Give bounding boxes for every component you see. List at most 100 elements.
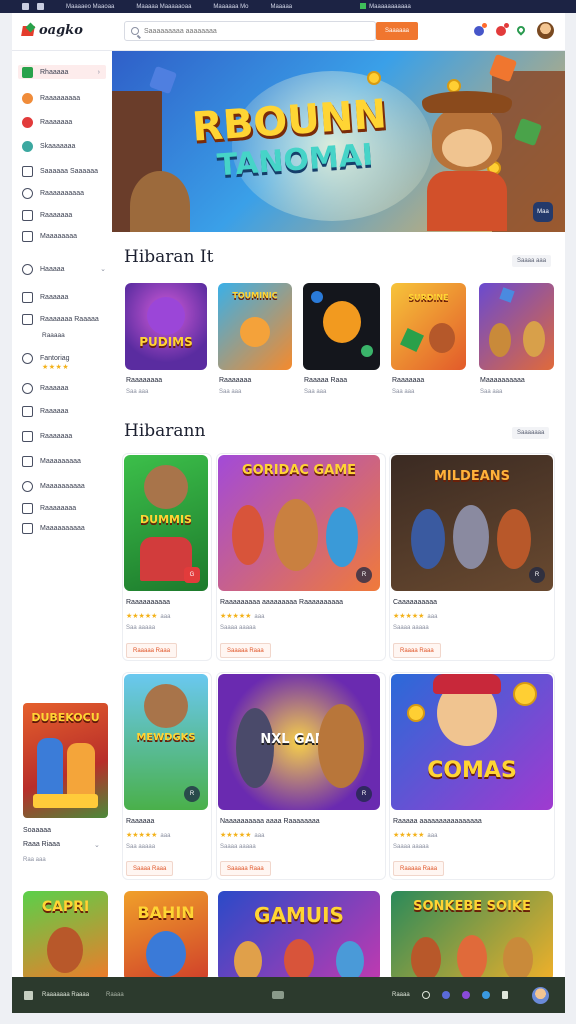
cart-icon xyxy=(22,522,33,534)
grid-icon[interactable] xyxy=(24,991,33,1000)
hero-badge[interactable]: Maa xyxy=(533,202,553,222)
game-card-image[interactable]: DUMMIS G xyxy=(124,455,208,591)
character-figure xyxy=(47,927,83,973)
game-name[interactable]: Raaaaaaaaa aaaaaaaaa Raaaaaaaaaa xyxy=(220,599,343,606)
sidebar-item[interactable]: Saaaaaa Saaaaaa xyxy=(22,164,98,178)
play-button[interactable]: Saaaaa Raaa xyxy=(220,643,271,658)
game-tile[interactable]: BAHIN xyxy=(124,891,208,981)
gamepad-icon[interactable] xyxy=(272,991,284,999)
os-menu-item[interactable]: Maaaaa xyxy=(270,4,292,10)
game-card-image[interactable]: MILDEANS R xyxy=(391,455,553,591)
sidebar-item[interactable]: Raaaaaaa xyxy=(22,429,72,443)
card-badge[interactable]: R xyxy=(356,567,372,583)
sidebar-item[interactable]: Maaaaaaaaa xyxy=(22,454,81,468)
game-name[interactable]: Raaaaaa xyxy=(126,818,154,825)
game-card-image[interactable]: NXL GAMB R xyxy=(218,674,380,810)
sidebar-item[interactable]: Maaaaaaaaaa xyxy=(22,521,85,535)
location-icon[interactable] xyxy=(515,24,527,36)
game-tile[interactable]: CAPRI xyxy=(23,891,108,981)
play-button[interactable]: Saaaa Raaa xyxy=(126,861,174,876)
logo[interactable]: oagko xyxy=(22,23,83,38)
sidebar-item[interactable]: Skaaaaaaa xyxy=(22,139,75,153)
sidebar-item[interactable]: Raaaaaa xyxy=(22,404,68,418)
search-button[interactable]: Saaaaaa xyxy=(376,22,418,40)
sidebar-item[interactable]: Maaaaaaaa xyxy=(22,229,77,243)
game-tile[interactable]: PUDIMS xyxy=(125,283,207,370)
avatar[interactable] xyxy=(537,22,554,39)
card-badge[interactable]: R xyxy=(529,567,545,583)
sidebar-item-label: Maaaaaaaaaa xyxy=(40,482,85,490)
game-name[interactable]: Raaaaa Raaa xyxy=(304,377,347,384)
play-button[interactable]: Raaaa Raaa xyxy=(393,643,441,658)
game-meta: Saa aaa xyxy=(392,389,415,395)
featured-meta: Raa aaa xyxy=(23,857,46,863)
sidebar-item[interactable]: Raaaaaa xyxy=(22,381,68,395)
chat-icon[interactable] xyxy=(496,23,509,36)
sidebar-item[interactable]: Raaaaaaa Raaaaa xyxy=(22,312,99,326)
logo-icon xyxy=(22,24,36,38)
sidebar-item[interactable]: Raaaaaaa xyxy=(22,208,72,222)
play-button[interactable]: Saaaaa Raaa xyxy=(220,861,271,876)
os-menu-item[interactable]: Maaaaaa Mo xyxy=(213,4,248,10)
window-icon[interactable] xyxy=(22,3,29,10)
character-figure xyxy=(67,743,95,798)
featured-game-thumbnail[interactable]: DUBEKOCU xyxy=(23,703,108,818)
see-all-link[interactable]: Saaaaaaa xyxy=(512,427,550,439)
sidebar-item-home[interactable]: Rhaaaaa › xyxy=(18,65,106,79)
card-badge[interactable]: R xyxy=(356,786,372,802)
search-input[interactable] xyxy=(144,27,364,35)
search-bar[interactable] xyxy=(124,21,376,41)
game-name[interactable]: Naaaaaaaaaa aaaa Raaaaaaaa xyxy=(220,818,320,825)
game-tile[interactable]: TOUMINIC xyxy=(218,283,292,370)
chevron-down-icon[interactable]: ⌄ xyxy=(100,265,106,273)
game-tile[interactable] xyxy=(479,283,554,370)
card-badge[interactable]: R xyxy=(184,786,200,802)
os-menu-item[interactable]: Maaaaa Maaaaaoaa xyxy=(136,4,191,10)
game-tile[interactable]: SONKEBE SOIKE xyxy=(391,891,553,981)
bell-icon[interactable] xyxy=(474,23,487,36)
sidebar-item[interactable]: Raaaaaa xyxy=(22,290,68,304)
sidebar-subitem[interactable]: Raaaaa xyxy=(42,332,65,339)
game-name[interactable]: Raaaaaaa xyxy=(392,377,424,384)
game-tile[interactable]: GAMUIS xyxy=(218,891,380,981)
play-button[interactable]: Raaaaa Raaa xyxy=(126,643,178,658)
game-name[interactable]: Caaaaaaaaaa xyxy=(393,599,437,606)
settings-icon[interactable] xyxy=(422,991,430,999)
hero-banner[interactable]: RBOUNN TANOMAI Maa xyxy=(112,51,565,232)
bottom-bar-label[interactable]: Raaaaaaa Raaaa xyxy=(42,992,89,998)
tile-art-title: GORIDAC GAME xyxy=(241,463,357,478)
twitch-icon[interactable] xyxy=(462,991,470,999)
chevron-down-icon[interactable]: ⌄ xyxy=(94,841,100,849)
avatar[interactable] xyxy=(532,987,549,1004)
card-badge[interactable]: G xyxy=(184,567,200,583)
os-status-item[interactable]: Maaaaaaaaaaa xyxy=(360,3,411,10)
sidebar-item[interactable]: Raaaaaaaaaa xyxy=(22,186,84,200)
play-button[interactable]: Raaaaa Raaa xyxy=(393,861,445,876)
sidebar-item[interactable]: Raaaaaaa xyxy=(22,115,72,129)
game-name[interactable]: Raaaaa aaaaaaaaaaaaaaaa xyxy=(393,818,482,825)
game-card-image[interactable]: MEWDGKS R xyxy=(124,674,208,810)
os-menu-item[interactable]: Maaaaeo Maaoaa xyxy=(66,4,114,10)
gear-icon xyxy=(22,382,33,394)
sidebar-item[interactable]: Raaaaaaaaa xyxy=(22,91,80,105)
character-figure xyxy=(284,939,314,981)
see-all-link[interactable]: Saaaa aaa xyxy=(512,255,552,267)
bottom-bar-label[interactable]: Raaaa xyxy=(392,992,410,998)
game-card-image[interactable]: GORIDAC GAME R xyxy=(218,455,380,591)
sidebar-item[interactable]: Maaaaaaaaaa xyxy=(22,479,85,493)
game-tile[interactable]: SURDINE xyxy=(391,283,466,370)
game-name[interactable]: Raaaaaaaa xyxy=(126,377,162,384)
share-icon[interactable] xyxy=(502,991,508,999)
discord-icon[interactable] xyxy=(442,991,450,999)
game-tile[interactable] xyxy=(303,283,380,370)
game-meta: Saaaa aaaaa xyxy=(393,844,429,850)
sidebar-item-expandable[interactable]: Haaaaa ⌄ xyxy=(22,262,112,276)
game-name[interactable]: Raaaaaaaaaa xyxy=(126,599,170,606)
game-card-image[interactable]: COMAS xyxy=(391,674,553,810)
sidebar-item[interactable]: Raaaaaaaa xyxy=(22,501,76,515)
close-icon[interactable] xyxy=(37,3,44,10)
game-name[interactable]: Raaaaaaa xyxy=(219,377,251,384)
twitter-icon[interactable] xyxy=(482,991,490,999)
game-name[interactable]: Maaaaaaaaaa xyxy=(480,377,525,384)
featured-title[interactable]: Soaaaaa xyxy=(23,827,51,834)
